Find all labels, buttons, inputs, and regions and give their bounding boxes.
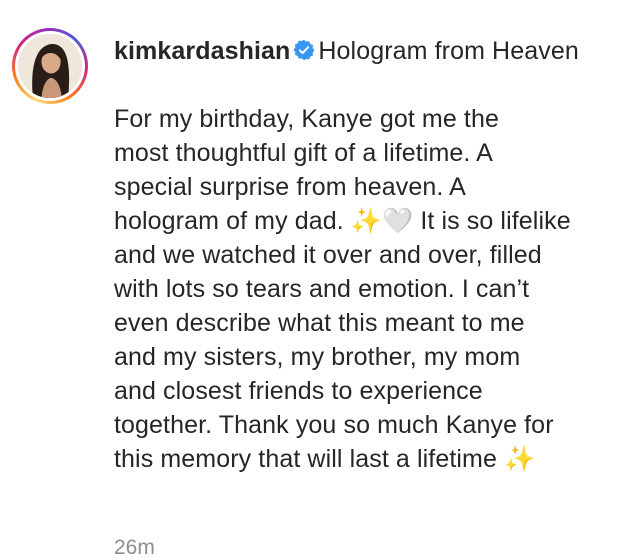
caption-body: For my birthday, Kanye got me the most t… [114,102,614,476]
avatar-image [18,34,82,98]
body-line: hologram of my dad. ✨🤍 It is so lifelike [114,207,571,235]
post-title: Hologram from Heaven [318,37,579,65]
body-line: For my birthday, Kanye got me the [114,105,499,133]
body-line: with lots so tears and emotion. I can’t [114,275,530,303]
avatar[interactable] [18,34,82,98]
post-caption: kimkardashian Hologram from Heaven For my… [114,34,614,476]
username-link[interactable]: kimkardashian [114,37,290,65]
verified-badge-icon [293,39,315,61]
avatar-gap [15,31,85,101]
body-line: and closest friends to experience [114,377,483,405]
body-line: and we watched it over and over, filled [114,241,542,269]
instagram-post: kimkardashian Hologram from Heaven For my… [0,0,620,559]
body-line: this memory that will last a lifetime ✨ [114,445,536,473]
post-timestamp[interactable]: 26m [114,536,155,559]
body-line: special surprise from heaven. A [114,173,466,201]
body-line: even describe what this meant to me [114,309,525,337]
body-line: and my sisters, my brother, my mom [114,343,521,371]
body-line: together. Thank you so much Kanye for [114,411,554,439]
body-line: most thoughtful gift of a lifetime. A [114,139,493,167]
caption-headline: kimkardashian Hologram from Heaven [114,34,614,68]
story-ring[interactable] [12,28,88,104]
